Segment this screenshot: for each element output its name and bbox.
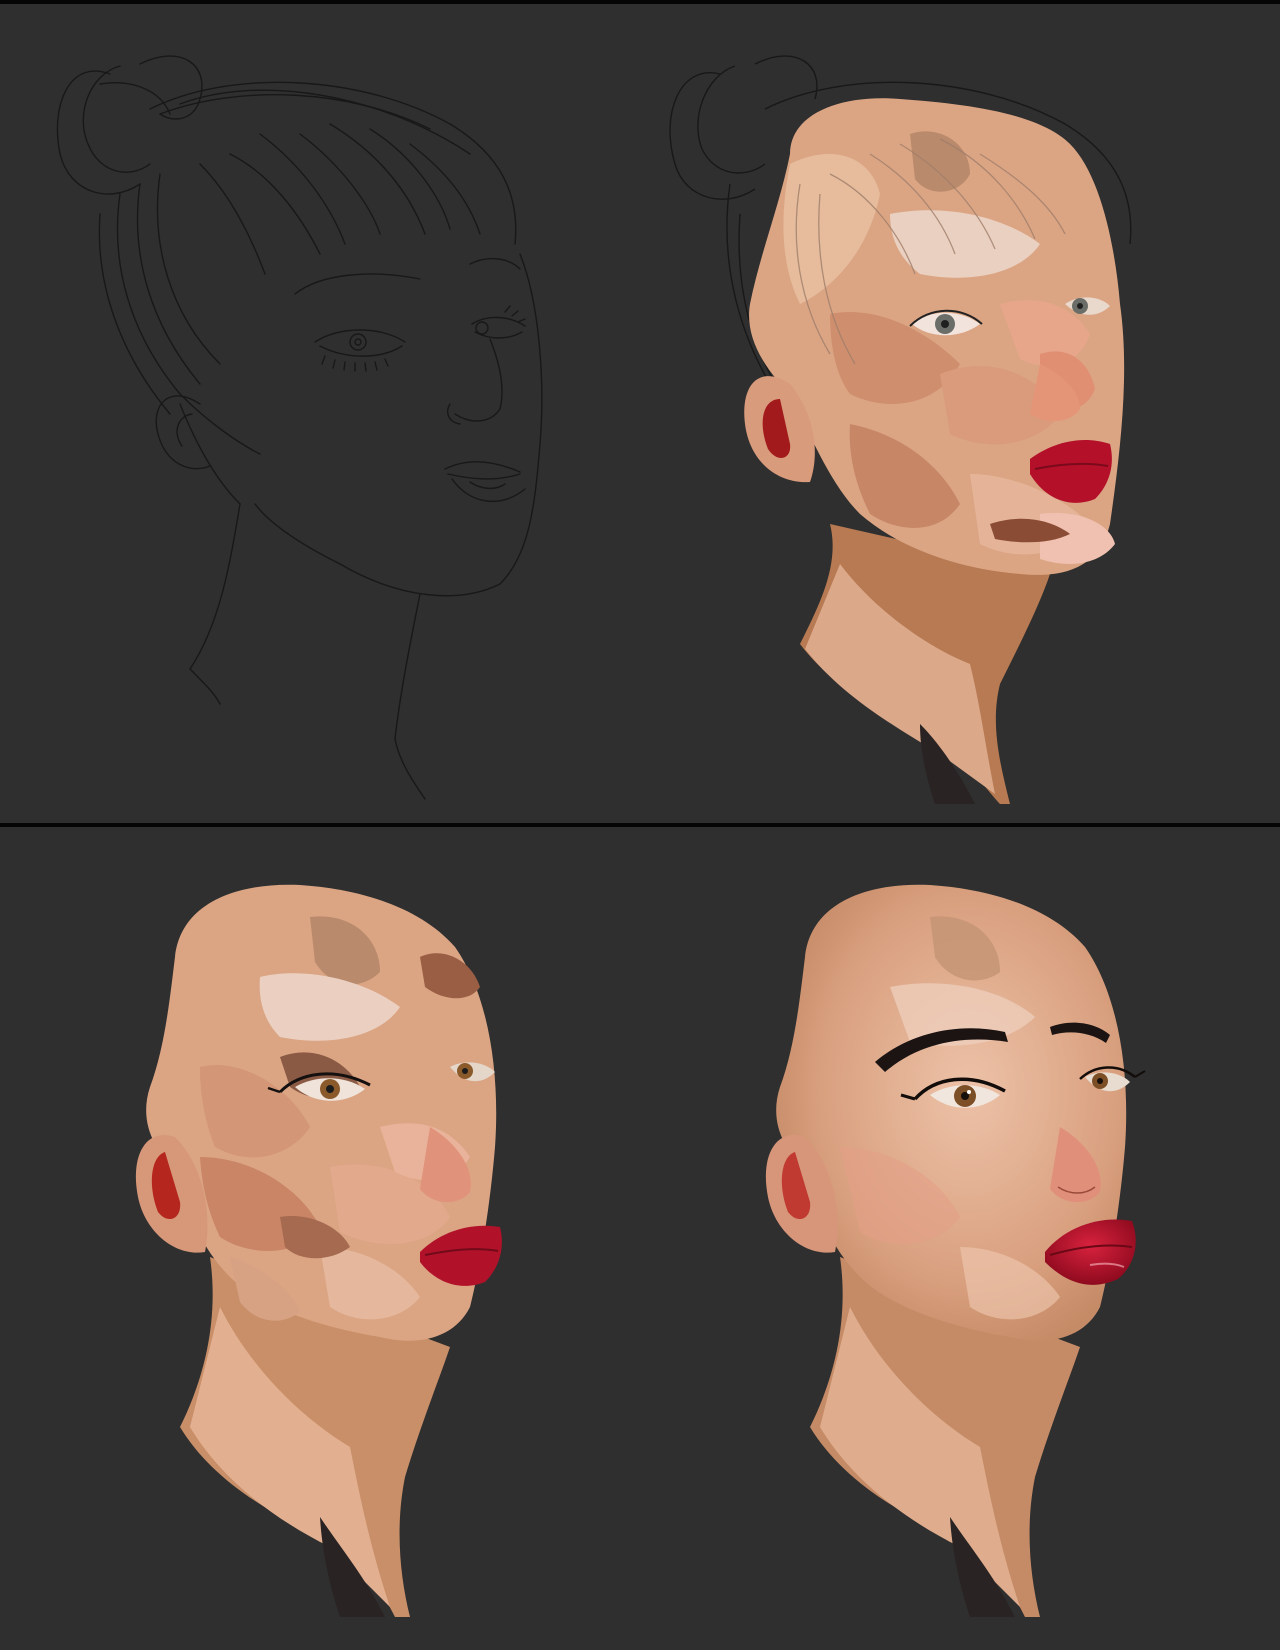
panel-block-in-over-sketch [640,4,1280,824]
painting-stages-canvas [0,0,1280,1650]
sketch-drawing [56,55,543,800]
panel-refined-render [640,827,1280,1647]
block-in-drawing [669,55,1132,804]
color-block-drawing [135,884,502,1617]
panel-sketch [0,4,640,824]
panel-color-block-in [0,827,640,1647]
refined-render-drawing [765,884,1146,1617]
